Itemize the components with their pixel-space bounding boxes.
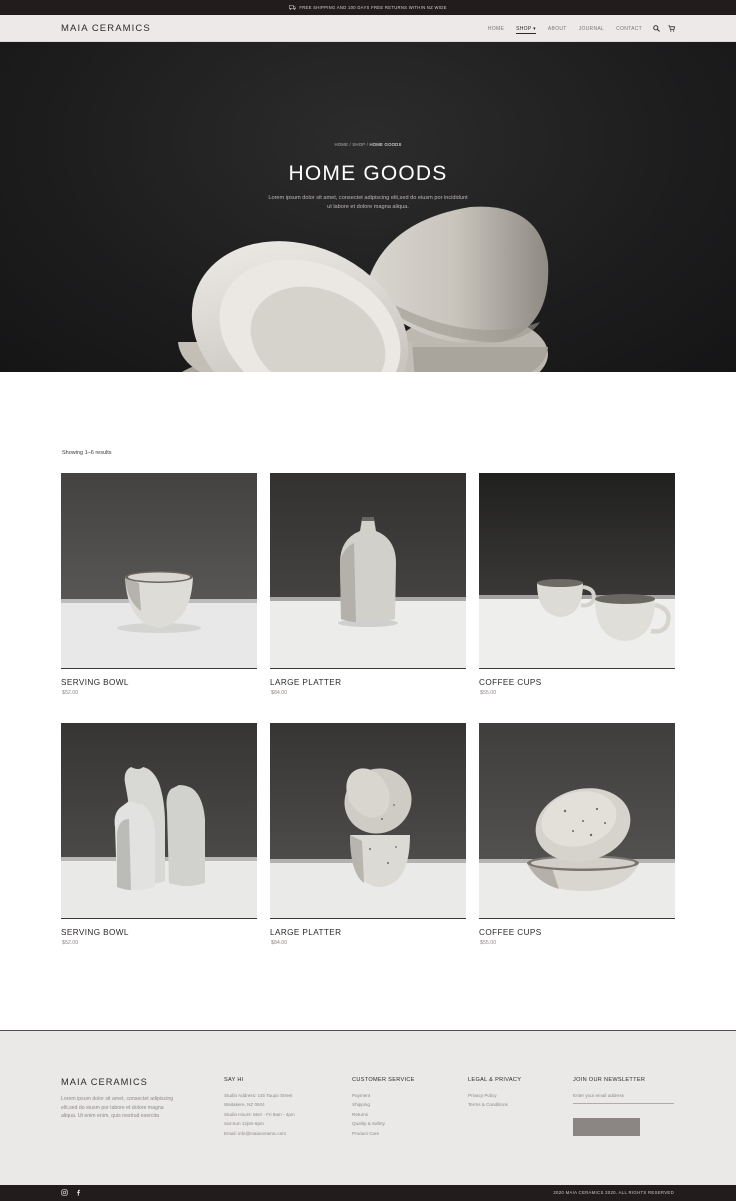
product-card[interactable]: COFFEE CUPS $55.00 (479, 723, 675, 946)
footer-address-line: Studio Address: 145 Taupo Street (224, 1093, 293, 1098)
page-description: Lorem ipsum dolor sit amet, consectet ad… (268, 195, 468, 210)
product-card[interactable]: LARGE PLATTER $84.00 (270, 473, 466, 696)
subscribe-button[interactable]: SUBSCRIBE (573, 1118, 640, 1137)
footer-legal-column: LEGAL & PRIVACY Privacy Policy Terms & C… (468, 1077, 521, 1110)
cart-icon[interactable] (668, 25, 675, 32)
footer-link-quality[interactable]: Quality & Safety (352, 1119, 415, 1128)
footer-address-line: Waitakere, NZ 0604 (224, 1102, 265, 1108)
site-header: MAIA CERAMICS HOME SHOP ▾ ABOUT JOURNAL … (0, 15, 736, 42)
nav-about[interactable]: ABOUT (548, 26, 567, 34)
page-title: HOME GOODS (288, 162, 448, 185)
footer-customer-service-column: CUSTOMER SERVICE Payment Shipping Return… (352, 1077, 415, 1138)
breadcrumb-home[interactable]: HOME (334, 142, 348, 147)
product-price: $84.00 (271, 940, 288, 946)
product-image[interactable] (479, 473, 675, 669)
results-count: Showing 1–6 results (62, 450, 112, 456)
product-price: $52.00 (62, 940, 79, 946)
nav-shop-label: SHOP (516, 26, 532, 32)
product-name[interactable]: COFFEE CUPS (479, 928, 675, 937)
social-links (61, 1189, 82, 1196)
announcement-text: FREE SHIPPING AND 100 DAYS FREE RETURNS … (299, 5, 447, 10)
product-card[interactable]: SERVING BOWL $52.00 (61, 473, 257, 696)
product-price: $52.00 (62, 690, 79, 696)
footer-heading: LEGAL & PRIVACY (468, 1077, 522, 1083)
product-image[interactable] (479, 723, 675, 919)
product-price: $55.00 (480, 940, 497, 946)
instagram-icon[interactable] (61, 1189, 68, 1196)
product-name[interactable]: LARGE PLATTER (270, 678, 466, 687)
footer-link-terms[interactable]: Terms & Conditions (468, 1100, 521, 1109)
footer-link-product-care[interactable]: Product Care (352, 1129, 415, 1138)
breadcrumb-current: HOME GOODS (369, 142, 402, 147)
product-name[interactable]: COFFEE CUPS (479, 678, 675, 687)
search-icon[interactable] (653, 25, 660, 32)
product-name[interactable]: SERVING BOWL (61, 678, 257, 687)
footer-newsletter-column: JOIN OUR NEWSLETTER Enter your email add… (573, 1077, 674, 1137)
footer-hours-line: Sat-Sun 12pm-6pm (224, 1121, 264, 1127)
breadcrumb-shop[interactable]: SHOP (352, 142, 365, 147)
nav-home[interactable]: HOME (488, 26, 504, 34)
hero-banner: HOME / SHOP / HOME GOODS HOME GOODS Lore… (0, 42, 736, 372)
product-card[interactable]: LARGE PLATTER $84.00 (270, 723, 466, 946)
nav-shop[interactable]: SHOP ▾ (516, 26, 536, 34)
breadcrumb: HOME / SHOP / HOME GOODS (0, 142, 736, 147)
chevron-down-icon: ▾ (533, 26, 536, 32)
product-image[interactable] (61, 723, 257, 919)
nav-journal[interactable]: JOURNAL (579, 26, 604, 34)
product-image[interactable] (270, 723, 466, 919)
copyright-text: 2020 MAIA CERAMICS 2020. ALL RIGHTS RESE… (553, 1190, 674, 1195)
footer-hours-line: Studio Hours: Mon - Fri 9am - 4pm (224, 1111, 295, 1117)
product-card[interactable]: SERVING BOWL $52.00 (61, 723, 257, 946)
footer-link-returns[interactable]: Returns (352, 1110, 415, 1119)
truck-icon (289, 5, 297, 10)
footer-heading: SAY HI (224, 1077, 244, 1083)
product-card[interactable]: COFFEE CUPS $55.00 (479, 473, 675, 696)
site-logo[interactable]: MAIA CERAMICS (61, 23, 151, 34)
newsletter-email-input[interactable]: Enter your email address (573, 1091, 674, 1105)
footer-heading: CUSTOMER SERVICE (352, 1077, 415, 1083)
product-price: $84.00 (271, 690, 288, 696)
footer-link-shipping[interactable]: Shipping (352, 1100, 415, 1109)
header-icons (653, 25, 675, 32)
footer-about-text: Lorem ipsum dolor sit amet, consectet ad… (61, 1096, 174, 1120)
nav-contact[interactable]: CONTACT (616, 26, 642, 34)
product-name[interactable]: LARGE PLATTER (270, 928, 466, 937)
footer-contact-column: SAY HI Studio Address: 145 Taupo Street … (224, 1077, 295, 1138)
facebook-icon[interactable] (75, 1189, 82, 1196)
footer-logo[interactable]: MAIA CERAMICS (61, 1077, 148, 1087)
footer-email-link[interactable]: Email: info@maiaceramic.com (224, 1129, 295, 1138)
footer-link-payment[interactable]: Payment (352, 1091, 415, 1100)
product-image[interactable] (270, 473, 466, 669)
product-name[interactable]: SERVING BOWL (61, 928, 257, 937)
footer-link-privacy[interactable]: Privacy Policy (468, 1091, 521, 1100)
footer-heading: JOIN OUR NEWSLETTER (573, 1077, 646, 1083)
main-menu: HOME SHOP ▾ ABOUT JOURNAL CONTACT (488, 26, 642, 34)
bottom-bar: 2020 MAIA CERAMICS 2020. ALL RIGHTS RESE… (0, 1185, 736, 1201)
product-price: $55.00 (480, 690, 497, 696)
site-footer: MAIA CERAMICS Lorem ipsum dolor sit amet… (0, 1030, 736, 1185)
product-image[interactable] (61, 473, 257, 669)
announcement-bar: FREE SHIPPING AND 100 DAYS FREE RETURNS … (0, 0, 736, 15)
